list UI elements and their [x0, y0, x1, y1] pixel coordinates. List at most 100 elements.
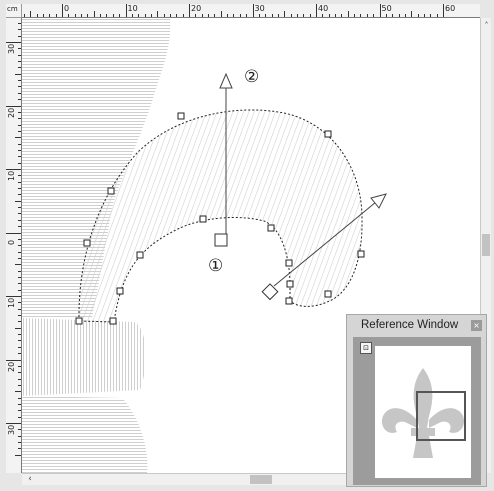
- ruler-tick: [18, 54, 21, 56]
- chevron-up-icon[interactable]: ˄: [482, 20, 491, 32]
- ruler-tick: [163, 14, 165, 17]
- ruler-label: 50: [381, 4, 392, 13]
- preview-fleur-band: [411, 428, 435, 436]
- ruler-tick: [258, 14, 260, 17]
- ruler-label: 20: [7, 107, 16, 118]
- ruler-tick: [201, 14, 203, 17]
- control-point[interactable]: [109, 317, 117, 325]
- control-point[interactable]: [136, 251, 144, 259]
- ruler-tick: [18, 130, 21, 132]
- ruler-tick: [125, 4, 127, 17]
- ruler-tick: [303, 14, 305, 17]
- fleur-de-lis-preview[interactable]: [375, 346, 471, 478]
- horizontal-scroll-thumb[interactable]: [250, 475, 272, 484]
- ruler-tick: [176, 14, 178, 17]
- ruler-tick: [296, 14, 298, 17]
- ruler-label: 0: [64, 4, 70, 13]
- ruler-tick: [30, 11, 32, 17]
- vertical-scroll-thumb[interactable]: [482, 234, 490, 256]
- chevron-left-icon[interactable]: ‹: [24, 474, 36, 485]
- control-point[interactable]: [75, 317, 83, 325]
- ruler-tick: [18, 86, 21, 88]
- embroidery-editor: cm 0 10 20 30 40 50 60 30 20 10 0 10 20 30: [0, 0, 494, 491]
- ruler-tick: [271, 14, 273, 17]
- reference-preview[interactable]: [375, 346, 471, 478]
- ruler-tick: [18, 111, 21, 113]
- ruler-tick: [398, 14, 400, 17]
- control-point[interactable]: [324, 130, 332, 138]
- ruler-tick: [74, 14, 76, 17]
- ruler-tick: [423, 14, 425, 17]
- ruler-tick: [18, 29, 21, 31]
- ruler-tick: [385, 14, 387, 17]
- ruler-tick: [18, 334, 21, 336]
- ruler-unit-label: cm: [7, 5, 18, 13]
- ruler-label: 30: [7, 424, 16, 435]
- control-point[interactable]: [324, 290, 332, 298]
- control-point[interactable]: [107, 187, 115, 195]
- control-point[interactable]: [357, 250, 365, 258]
- ruler-label: 10: [7, 297, 16, 308]
- ruler-tick: [182, 14, 184, 17]
- ruler-tick: [246, 14, 248, 17]
- control-point[interactable]: [116, 287, 124, 295]
- ruler-tick: [144, 14, 146, 17]
- ruler-tick: [18, 143, 21, 145]
- stitch-direction-arrow-2[interactable]: [370, 193, 387, 209]
- ruler-tick: [309, 14, 311, 17]
- ruler-tick: [23, 14, 25, 17]
- ruler-tick: [18, 257, 21, 259]
- ruler-tick: [18, 219, 21, 221]
- ruler-tick: [252, 4, 254, 17]
- stitch-end-point[interactable]: [261, 283, 279, 301]
- ruler-tick: [18, 403, 21, 405]
- ruler-tick: [277, 14, 279, 17]
- ruler-tick: [347, 11, 349, 17]
- ruler-tick: [220, 11, 222, 17]
- ruler-tick: [15, 327, 21, 329]
- ruler-tick: [18, 156, 21, 158]
- ruler-tick: [131, 14, 133, 17]
- ruler-tick: [68, 14, 70, 17]
- ruler-tick: [18, 35, 21, 37]
- ruler-tick: [316, 4, 317, 17]
- control-point[interactable]: [177, 112, 185, 120]
- ruler-tick: [239, 14, 241, 17]
- control-point[interactable]: [267, 224, 275, 232]
- ruler-tick: [411, 11, 413, 17]
- ruler-tick: [18, 181, 21, 183]
- stitch-region-band[interactable]: [22, 318, 146, 396]
- control-point[interactable]: [285, 259, 293, 267]
- control-point[interactable]: [199, 215, 207, 223]
- ruler-tick: [18, 61, 21, 63]
- control-point[interactable]: [285, 297, 293, 305]
- ruler-tick: [18, 429, 21, 431]
- stitch-direction-arrow-1[interactable]: [219, 72, 233, 89]
- ruler-tick: [49, 14, 51, 17]
- stitch-region-stem[interactable]: [22, 396, 148, 473]
- ruler-tick: [18, 372, 21, 374]
- ruler-tick: [18, 194, 21, 196]
- ruler-tick: [290, 14, 292, 17]
- ruler-tick: [335, 14, 337, 17]
- ruler-tick: [265, 14, 267, 17]
- stitch-start-point[interactable]: [214, 233, 228, 247]
- view-frame-icon[interactable]: ⊡: [360, 342, 372, 354]
- close-icon[interactable]: ×: [471, 320, 482, 331]
- ruler-tick: [322, 14, 324, 17]
- ruler-tick: [87, 14, 89, 17]
- ruler-tick: [373, 14, 375, 17]
- ruler-tick: [18, 48, 21, 50]
- ruler-tick: [18, 410, 21, 412]
- control-point[interactable]: [83, 239, 91, 247]
- reference-window[interactable]: Reference Window × ⊡: [346, 314, 487, 487]
- ruler-tick: [15, 264, 21, 266]
- ruler-tick: [18, 353, 21, 355]
- ruler-tick: [18, 149, 21, 151]
- start-marker-label: ①: [208, 256, 223, 276]
- ruler-tick: [18, 416, 21, 418]
- control-point[interactable]: [286, 280, 294, 288]
- ruler-tick: [18, 435, 21, 437]
- ruler-tick: [18, 67, 21, 69]
- ruler-tick: [42, 14, 44, 17]
